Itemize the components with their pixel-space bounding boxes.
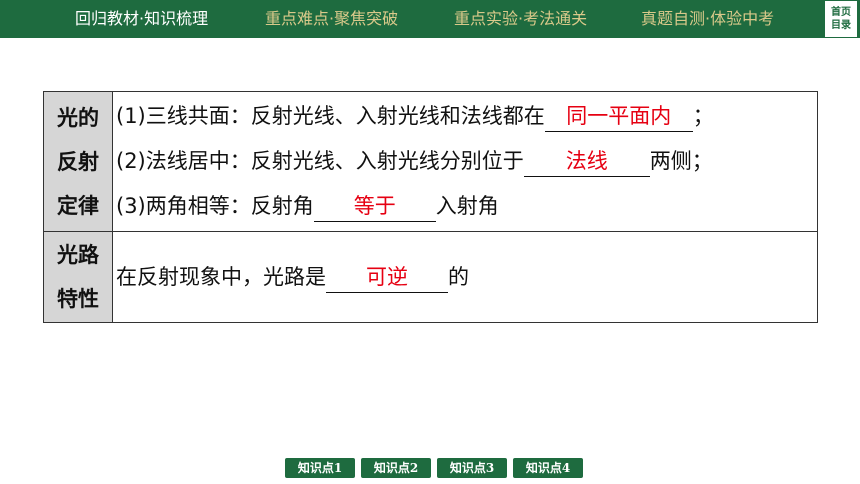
answer-blank: 可逆 [326,262,448,293]
home-label: 首页 [831,7,851,18]
knowledge-point-4-button[interactable]: 知识点4 [513,458,583,478]
table-row-light-path: 光路 特性 在反射现象中，光路是 可逆的 [43,231,818,323]
knowledge-point-1-button[interactable]: 知识点1 [285,458,355,478]
nav-tab-key-points[interactable]: 重点难点·聚焦突破 [265,0,398,38]
knowledge-point-nav: 知识点1 知识点2 知识点3 知识点4 [285,458,583,478]
home-toc-button[interactable]: 首页 目录 [824,0,858,38]
law-line-1: (1)三线共面：反射光线、入射光线和法线都在 同一平面内； [116,94,817,139]
knowledge-point-2-button[interactable]: 知识点2 [361,458,431,478]
top-nav-bar: 回归教材·知识梳理 重点难点·聚焦突破 重点实验·考法通关 真题自测·体验中考 … [0,0,860,38]
answer-blank: 等于 [313,191,436,222]
row-body-reflection-law: (1)三线共面：反射光线、入射光线和法线都在 同一平面内； (2)法线居中：反射光… [112,91,818,232]
nav-tab-textbook-review[interactable]: 回归教材·知识梳理 [75,0,208,38]
answer-blank: 法线 [523,146,650,177]
nav-tab-exam-practice[interactable]: 真题自测·体验中考 [641,0,774,38]
knowledge-table: 光的 反射 定律 (1)三线共面：反射光线、入射光线和法线都在 同一平面内； (2… [43,91,818,323]
toc-label: 目录 [831,20,851,31]
law-line-3: (3)两角相等：反射角 等于 入射角 [116,184,817,229]
knowledge-point-3-button[interactable]: 知识点3 [437,458,507,478]
nav-tab-key-experiments[interactable]: 重点实验·考法通关 [454,0,587,38]
table-row-reflection-law: 光的 反射 定律 (1)三线共面：反射光线、入射光线和法线都在 同一平面内； (2… [43,91,818,232]
answer-blank: 同一平面内 [544,101,693,132]
row-header-reflection-law: 光的 反射 定律 [43,91,113,232]
row-body-light-path: 在反射现象中，光路是 可逆的 [112,231,818,323]
light-path-line: 在反射现象中，光路是 可逆的 [116,255,817,300]
law-line-2: (2)法线居中：反射光线、入射光线分别位于 法线 两侧； [116,139,817,184]
row-header-light-path: 光路 特性 [43,231,113,323]
